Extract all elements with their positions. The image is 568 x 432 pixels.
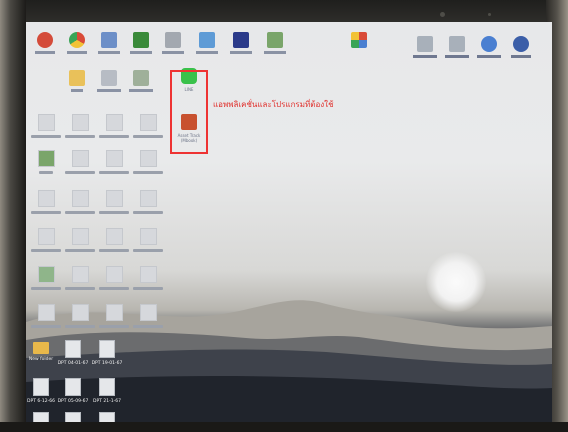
blurred-icon[interactable]	[28, 150, 64, 174]
blurred-icon[interactable]	[130, 150, 166, 174]
red-highlight-box	[170, 70, 208, 154]
file-icon	[99, 340, 115, 358]
file-icon	[65, 340, 81, 358]
file-dpt-19-01-67[interactable]: DPT 19-01-67	[86, 340, 128, 366]
blurred-icon[interactable]	[62, 228, 98, 252]
app-icon[interactable]	[254, 32, 296, 54]
annotation-text: แอพพลิเคชั่นและโปรแกรมที่ต้องใช้	[213, 100, 334, 109]
screen-bezel-top	[0, 0, 568, 22]
photo-of-laptop-screen: LINE Asset Track (Mbook) แอพพลิเคชั่นและ…	[0, 0, 568, 432]
blurred-icon[interactable]	[28, 190, 64, 214]
blurred-icon[interactable]	[62, 304, 98, 328]
blurred-icon[interactable]	[62, 190, 98, 214]
blurred-icon[interactable]	[130, 266, 166, 290]
blurred-icon[interactable]	[96, 150, 132, 174]
blurred-icon[interactable]	[28, 304, 64, 328]
desktop: LINE Asset Track (Mbook) แอพพลิเคชั่นและ…	[26, 22, 552, 422]
blurred-icon[interactable]	[96, 304, 132, 328]
facebook-icon[interactable]	[500, 36, 542, 58]
blurred-icon[interactable]	[130, 304, 166, 328]
file-icon	[65, 378, 81, 396]
webcam-icon	[440, 12, 445, 17]
app-icon[interactable]	[120, 70, 162, 92]
blurred-icon[interactable]	[62, 150, 98, 174]
blurred-icon[interactable]	[28, 114, 64, 138]
blurred-icon[interactable]	[62, 114, 98, 138]
blurred-icon[interactable]	[130, 190, 166, 214]
blurred-icon[interactable]	[96, 114, 132, 138]
blurred-icon[interactable]	[28, 266, 64, 290]
file-icon	[33, 378, 49, 396]
blurred-icon[interactable]	[96, 228, 132, 252]
blurred-icon[interactable]	[130, 228, 166, 252]
blurred-icon[interactable]	[28, 228, 64, 252]
blurred-icon[interactable]	[130, 114, 166, 138]
folder-icon	[33, 342, 49, 354]
sensor-icon	[488, 13, 491, 16]
blurred-icon[interactable]	[96, 190, 132, 214]
app-icon[interactable]	[338, 32, 380, 48]
screen-bezel-left	[0, 0, 26, 432]
blurred-icon[interactable]	[62, 266, 98, 290]
blurred-icon[interactable]	[96, 266, 132, 290]
screen-bezel-bottom	[0, 422, 568, 432]
file-icon[interactable]	[86, 412, 128, 422]
file-icon	[99, 378, 115, 396]
file-dpt-21-1-67[interactable]: DPT 21-1-67	[86, 378, 128, 404]
